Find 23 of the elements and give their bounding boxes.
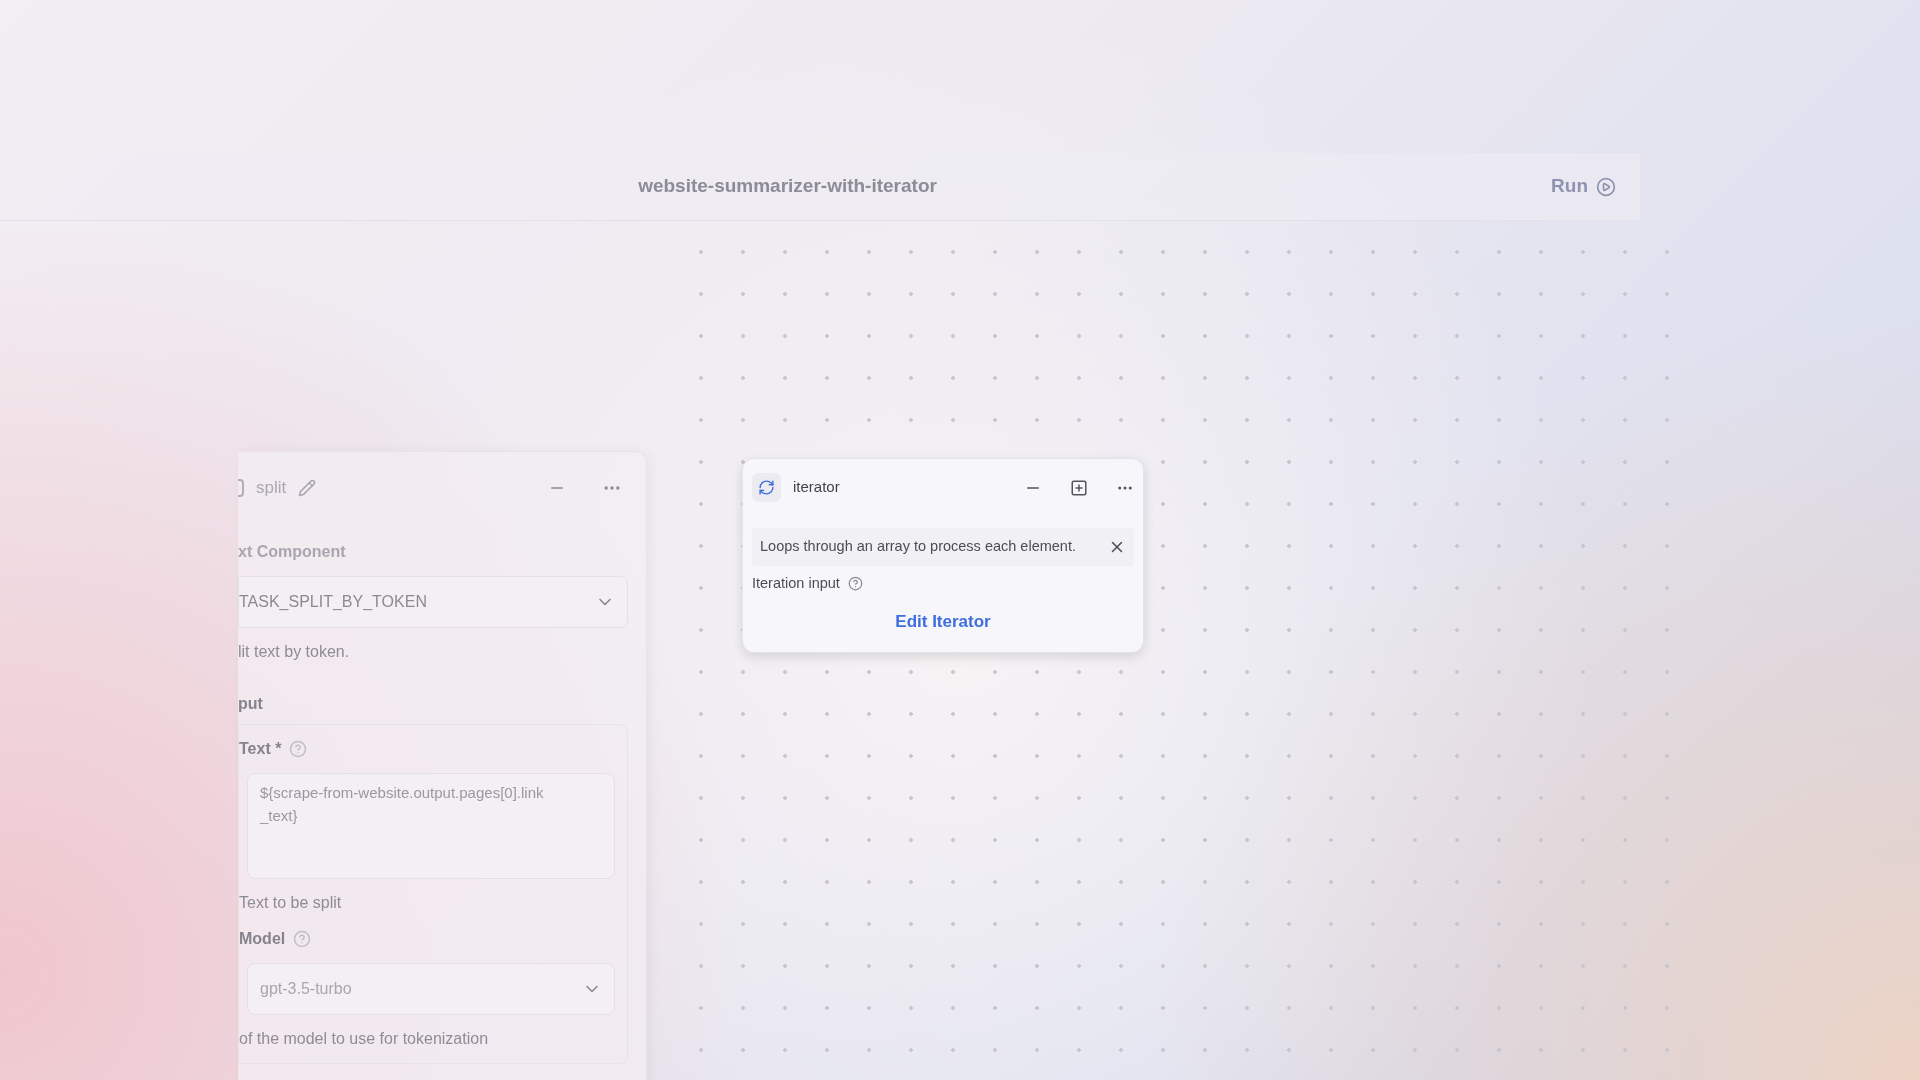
edit-icon[interactable] (298, 479, 317, 497)
field-label: Model (239, 929, 286, 949)
help-icon[interactable] (847, 576, 863, 592)
input-heading: put (238, 694, 264, 714)
task-description: lit text by token. (238, 642, 351, 662)
field-hint: of the model to use for tokenization (239, 1029, 490, 1049)
task-select[interactable]: TASK_SPLIT_BY_TOKEN (238, 576, 628, 628)
play-icon (1596, 176, 1616, 197)
workflow-title: website-summarizer-with-iterator (638, 174, 937, 199)
run-button[interactable]: Run (1551, 172, 1616, 201)
node-description: Loops through an array to process each element. (760, 537, 1076, 557)
edit-iterator-button[interactable]: Edit Iterator (895, 608, 991, 635)
input-label: Iteration input (752, 574, 840, 593)
text-area[interactable]: ${scrape-from-website.output.pages[0].link_text} (247, 773, 615, 879)
add-square-icon[interactable] (1070, 478, 1088, 497)
model-select[interactable]: gpt-3.5-turbo (247, 963, 615, 1015)
loop-icon (752, 473, 781, 502)
bracket-icon (238, 479, 244, 497)
node-title: split (256, 477, 287, 500)
field-label: Text * (239, 739, 282, 759)
field-hint: Text to be split (239, 893, 343, 913)
section-heading: xt Component (238, 542, 347, 562)
node-title: iterator (793, 477, 840, 498)
